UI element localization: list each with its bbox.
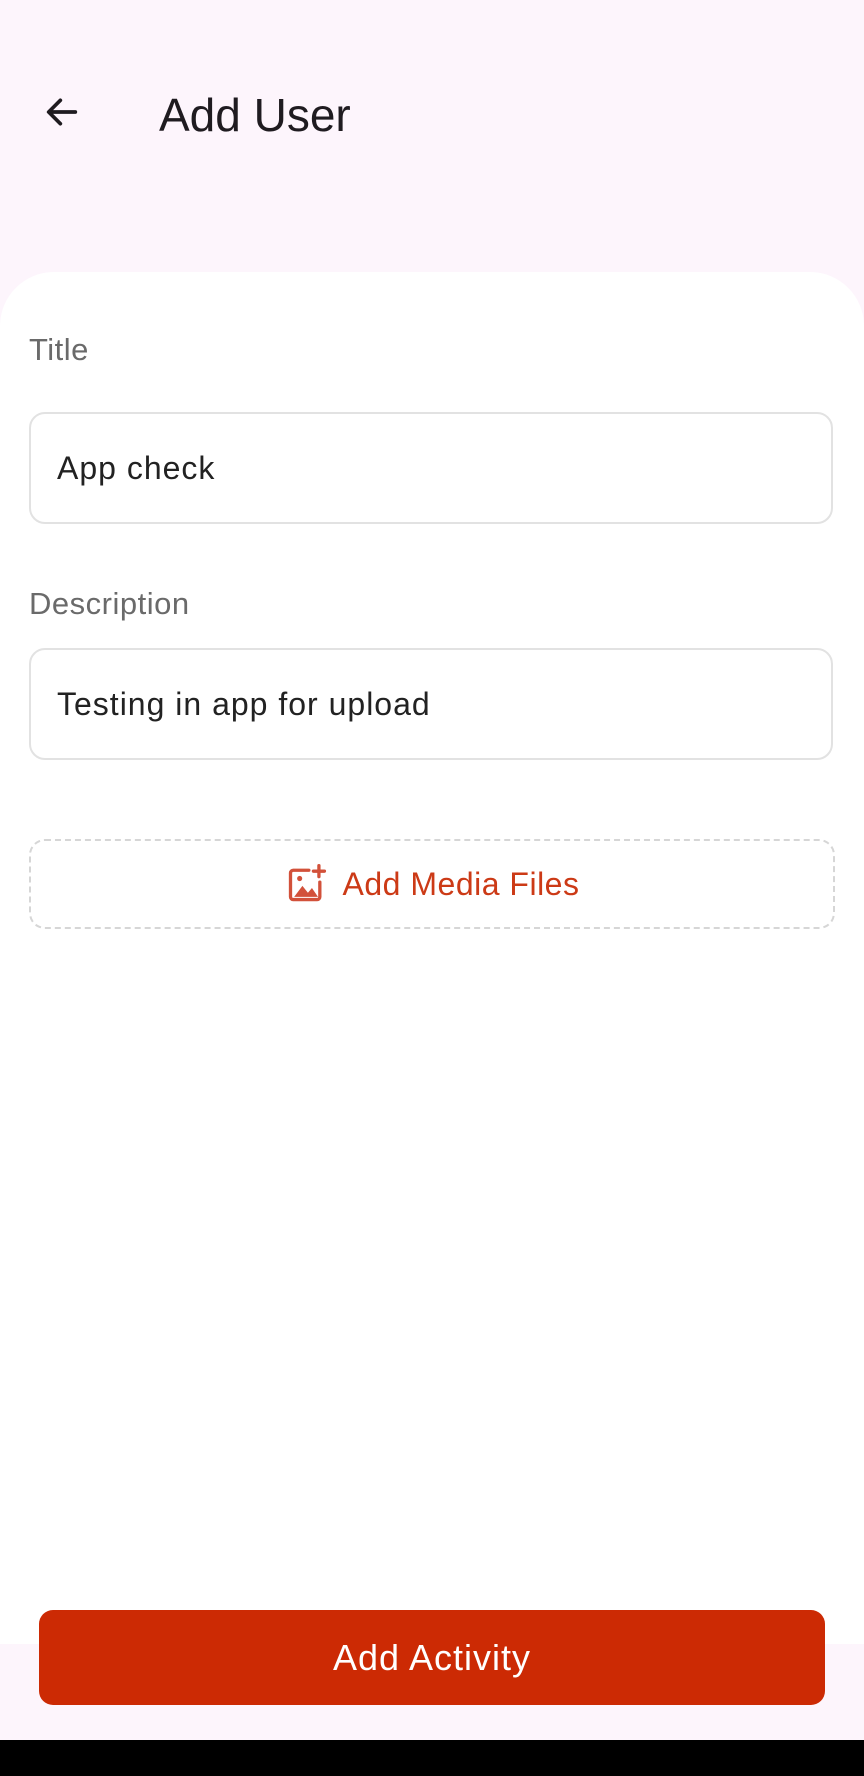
title-field[interactable]: App check <box>29 412 833 524</box>
back-button[interactable] <box>30 80 94 144</box>
add-media-files-label: Add Media Files <box>342 865 580 902</box>
description-label: Description <box>29 586 190 621</box>
title-label: Title <box>29 332 89 367</box>
page-title: Add User <box>159 89 351 141</box>
add-image-icon <box>288 864 326 902</box>
add-activity-button[interactable]: Add Activity <box>39 1610 825 1705</box>
add-media-files-button[interactable]: Add Media Files <box>29 839 835 929</box>
arrow-left-icon <box>46 98 78 126</box>
description-field[interactable]: Testing in app for upload <box>29 648 833 760</box>
app-bar: Add User <box>0 0 864 230</box>
form-sheet: Title App check Description Testing in a… <box>0 272 864 1644</box>
description-field-value: Testing in app for upload <box>57 685 431 722</box>
title-field-value: App check <box>57 449 216 486</box>
system-navigation-bar <box>0 1740 864 1776</box>
